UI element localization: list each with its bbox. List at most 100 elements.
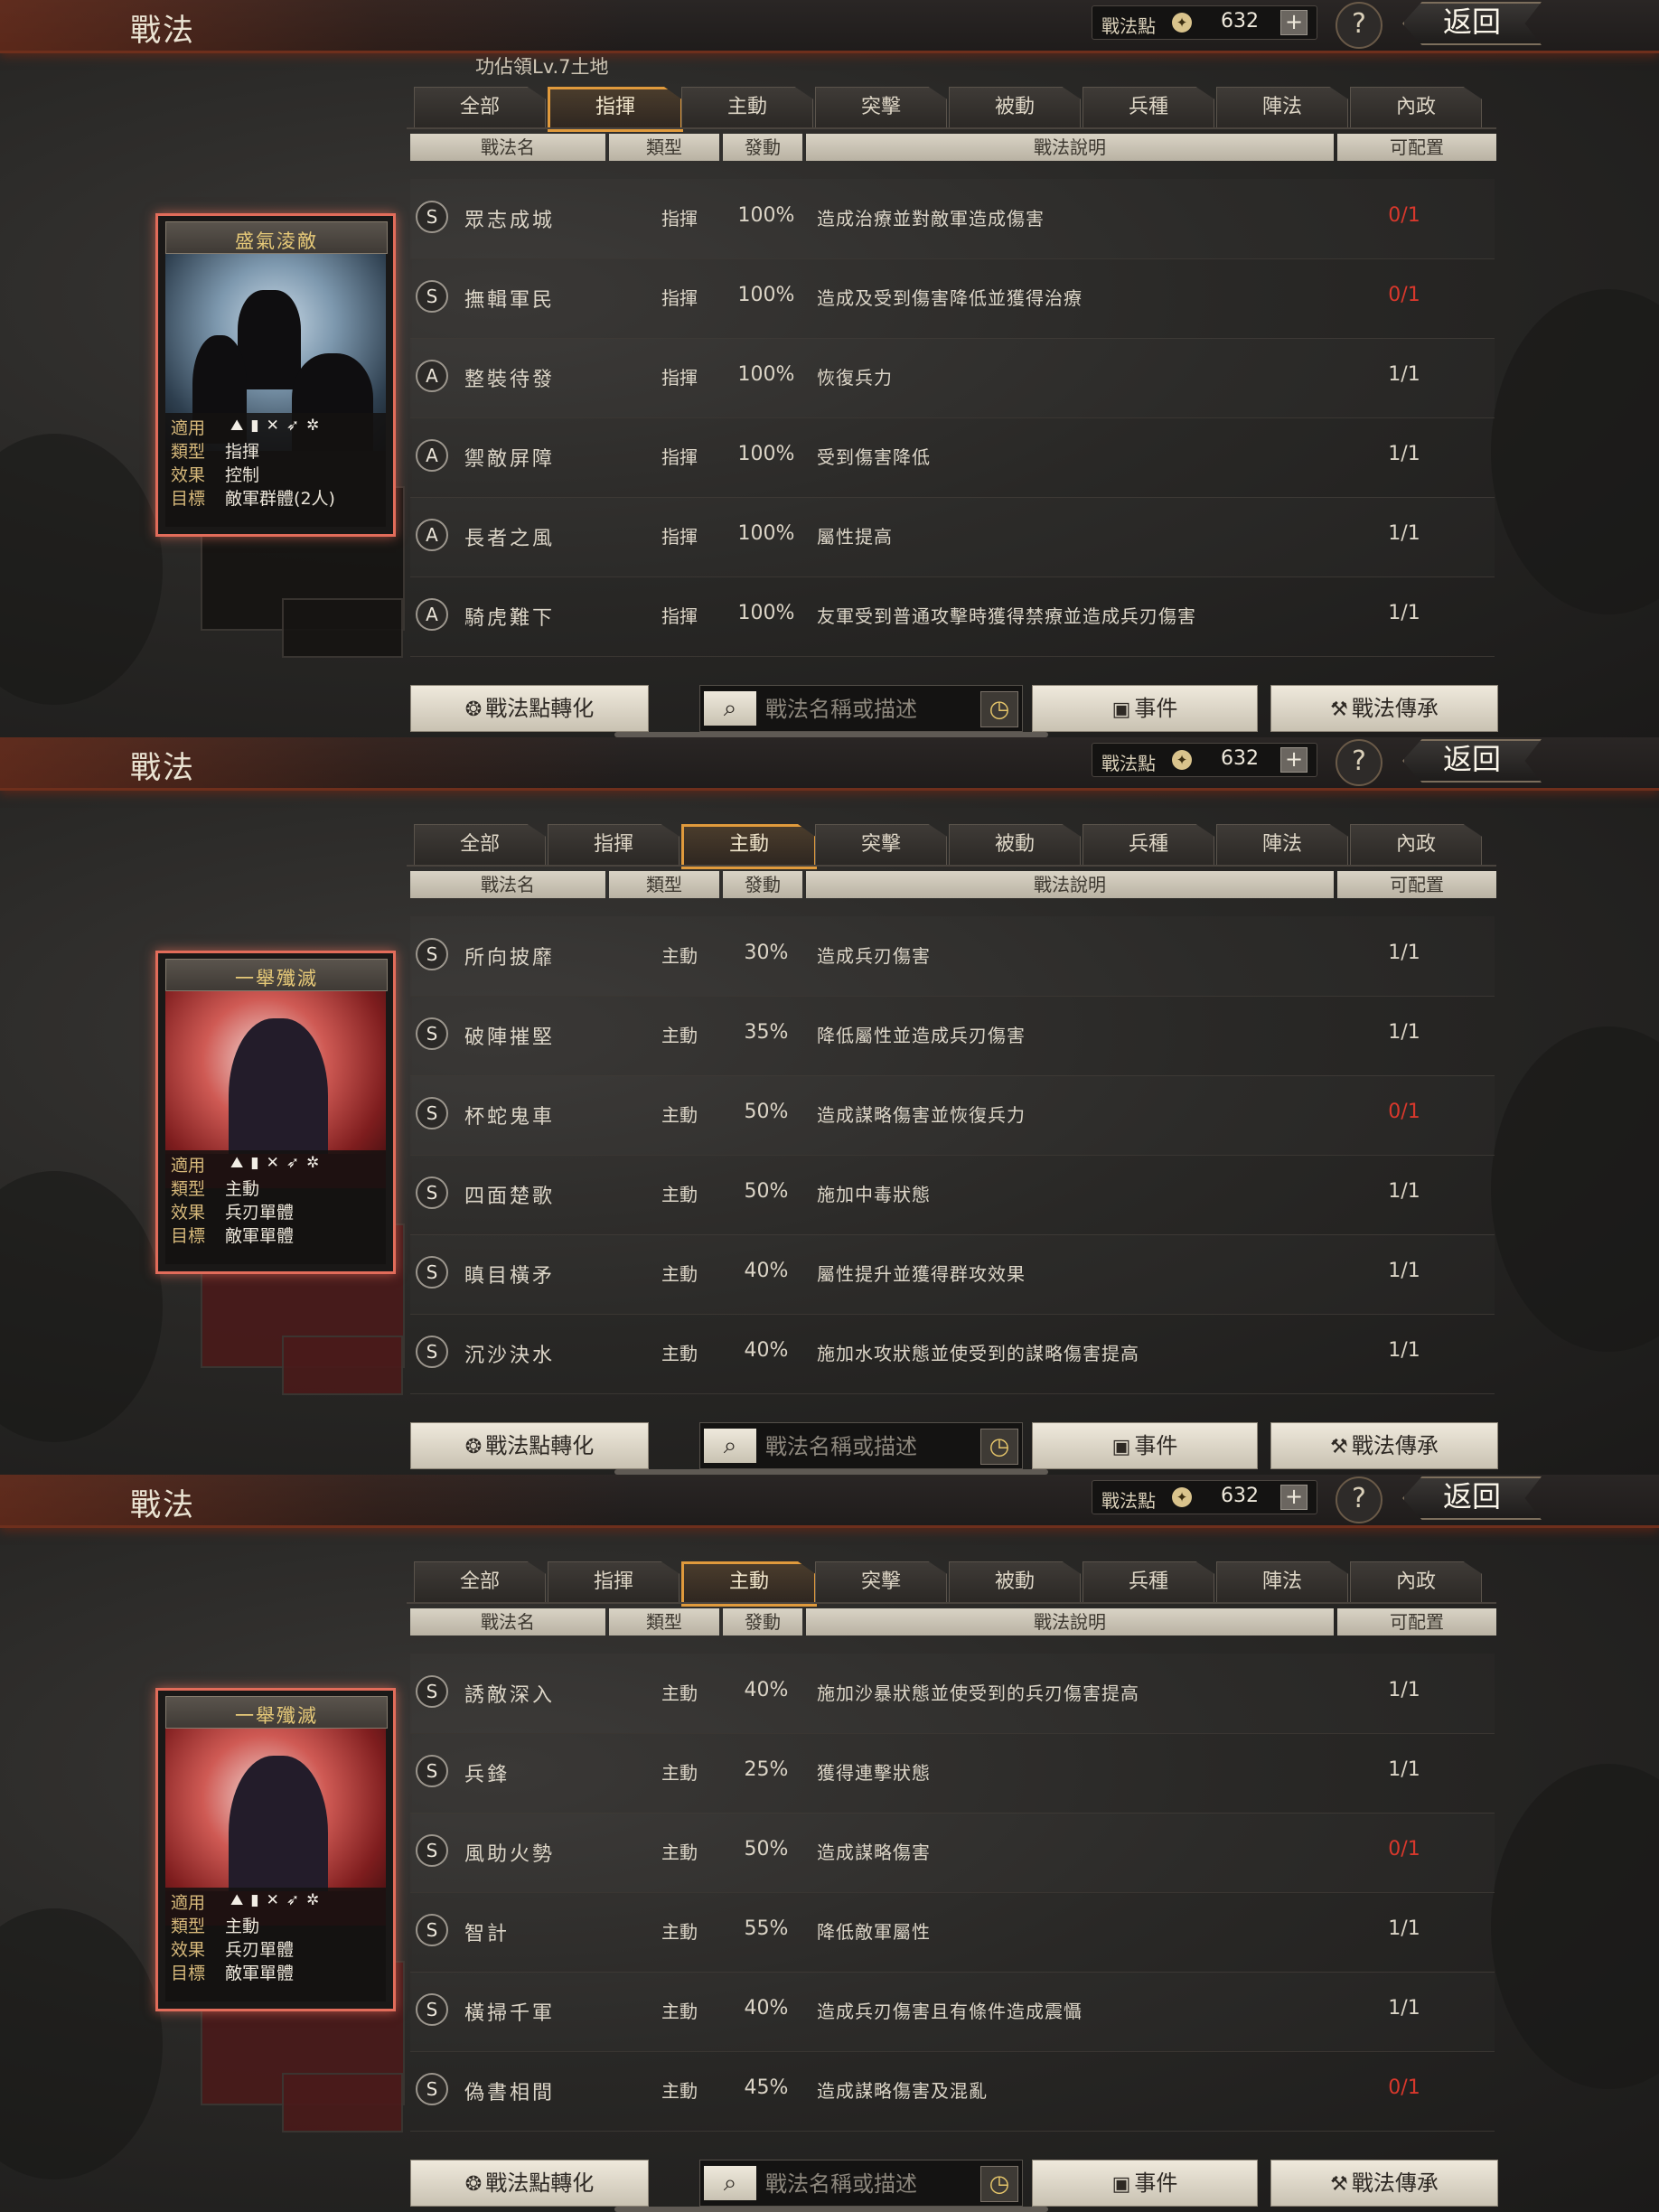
column-header-type[interactable]: 類型 [609, 871, 719, 898]
card-title-bar: 一舉殲滅 [165, 959, 388, 991]
tab-troop[interactable]: 兵種 [1083, 1561, 1214, 1603]
skill-row[interactable]: S 誘敵深入 主動 40% 施加沙暴狀態並使受到的兵刃傷害提高 1/1 [410, 1654, 1495, 1734]
convert-points-button[interactable]: ❂ 戰法點轉化 [410, 685, 649, 732]
history-clock-icon[interactable]: ◷ [980, 691, 1018, 727]
tab-command[interactable]: 指揮 [548, 824, 680, 866]
tab-internal[interactable]: 內政 [1350, 87, 1482, 128]
column-header-slots[interactable]: 可配置 [1337, 1608, 1496, 1636]
card-effect-label: 效果 [171, 1203, 206, 1223]
skill-name: 禦敵屏障 [464, 448, 556, 471]
help-button[interactable]: ? [1336, 2, 1382, 49]
skill-list: S 眾志成城 指揮 100% 造成治療並對敵軍造成傷害 0/1 S 撫輯軍民 指揮 100% 造成及… [410, 163, 1495, 669]
column-header-slots[interactable]: 可配置 [1337, 134, 1496, 161]
search-input[interactable] [764, 2166, 962, 2202]
event-button[interactable]: ▣ 事件 [1032, 2160, 1258, 2207]
skill-row[interactable]: S 風助火勢 主動 50% 造成謀略傷害 0/1 [410, 1813, 1495, 1893]
column-header-rate[interactable]: 發動 [723, 1608, 802, 1636]
tab-internal[interactable]: 內政 [1350, 1561, 1482, 1603]
skill-row[interactable]: S 橫掃千軍 主動 40% 造成兵刃傷害且有條件造成震懾 1/1 [410, 1972, 1495, 2052]
tab-formation[interactable]: 陣法 [1216, 87, 1348, 128]
skill-row[interactable]: S 破陣摧堅 主動 35% 降低屬性並造成兵刃傷害 1/1 [410, 996, 1495, 1076]
scrollbar[interactable] [614, 2207, 1048, 2212]
tab-assault[interactable]: 突擊 [815, 87, 947, 128]
history-clock-icon[interactable]: ◷ [980, 2166, 1018, 2202]
tab-troop[interactable]: 兵種 [1083, 87, 1214, 128]
search-icon[interactable]: ⌕ [704, 2166, 756, 2200]
tab-command[interactable]: 指揮 [548, 1561, 680, 1603]
background-silhouette [0, 1908, 163, 2179]
tab-formation[interactable]: 陣法 [1216, 824, 1348, 866]
skill-row[interactable]: S 智計 主動 55% 降低敵軍屬性 1/1 [410, 1892, 1495, 1973]
column-header-type[interactable]: 類型 [609, 1608, 719, 1636]
card-effect-value: 兵刃單體 [225, 1203, 295, 1223]
convert-points-button[interactable]: ❂ 戰法點轉化 [410, 2160, 649, 2207]
search-input[interactable] [764, 1429, 962, 1465]
search-icon[interactable]: ⌕ [704, 691, 756, 726]
skill-row[interactable]: S 四面楚歌 主動 50% 施加中毒狀態 1/1 [410, 1155, 1495, 1235]
background-silhouette [1491, 1764, 1659, 2089]
skill-row[interactable]: A 禦敵屏障 指揮 100% 受到傷害降低 1/1 [410, 417, 1495, 498]
skill-slots: 1/1 [1388, 363, 1420, 386]
skill-description: 造成治療並對敵軍造成傷害 [817, 208, 1045, 230]
card-back [282, 1336, 403, 1395]
tab-all[interactable]: 全部 [414, 824, 546, 866]
column-header-rate[interactable]: 發動 [723, 134, 802, 161]
skill-row[interactable]: S 眾志成城 指揮 100% 造成治療並對敵軍造成傷害 0/1 [410, 179, 1495, 259]
tab-all[interactable]: 全部 [414, 1561, 546, 1603]
column-header-slots[interactable]: 可配置 [1337, 871, 1496, 898]
back-button[interactable]: 返回 [1402, 739, 1542, 783]
search-icon[interactable]: ⌕ [704, 1429, 756, 1463]
column-header-name[interactable]: 戰法名 [410, 134, 605, 161]
history-clock-icon[interactable]: ◷ [980, 1429, 1018, 1465]
skill-card[interactable]: 一舉殲滅 適用 ⛰▮✕➶✲ 類型 主動 效果 兵刃單體 目標 敵軍單體 [155, 951, 396, 1274]
tab-command[interactable]: 指揮 [548, 87, 683, 132]
tab-active[interactable]: 主動 [681, 87, 813, 128]
tab-assault[interactable]: 突擊 [815, 1561, 947, 1603]
inherit-button[interactable]: ⚒ 戰法傳承 [1270, 2160, 1498, 2207]
skill-row[interactable]: S 沉沙決水 主動 40% 施加水攻狀態並使受到的謀略傷害提高 1/1 [410, 1314, 1495, 1394]
tab-active[interactable]: 主動 [681, 1561, 817, 1607]
back-button[interactable]: 返回 [1402, 1476, 1542, 1520]
event-button[interactable]: ▣ 事件 [1032, 1422, 1258, 1469]
tab-troop[interactable]: 兵種 [1083, 824, 1214, 866]
skill-slots: 1/1 [1388, 443, 1420, 465]
column-header-name[interactable]: 戰法名 [410, 1608, 605, 1636]
skill-card[interactable]: 一舉殲滅 適用 ⛰▮✕➶✲ 類型 主動 效果 兵刃單體 目標 敵軍單體 [155, 1688, 396, 2011]
convert-points-button[interactable]: ❂ 戰法點轉化 [410, 1422, 649, 1469]
add-points-button[interactable]: + [1280, 10, 1308, 35]
tab-passive[interactable]: 被動 [949, 824, 1081, 866]
skill-row[interactable]: S 偽書相間 主動 45% 造成謀略傷害及混亂 0/1 [410, 2051, 1495, 2132]
help-button[interactable]: ? [1336, 1476, 1382, 1523]
skill-description: 獲得連擊狀態 [817, 1762, 931, 1784]
card-target-value: 敵軍單體 [225, 1964, 295, 1983]
help-button[interactable]: ? [1336, 739, 1382, 786]
add-points-button[interactable]: + [1280, 747, 1308, 773]
rider-silhouette [238, 290, 301, 389]
tab-formation[interactable]: 陣法 [1216, 1561, 1348, 1603]
skill-row[interactable]: S 撫輯軍民 指揮 100% 造成及受到傷害降低並獲得治療 0/1 [410, 258, 1495, 339]
tab-active[interactable]: 主動 [681, 824, 817, 869]
column-header-name[interactable]: 戰法名 [410, 871, 605, 898]
skill-row[interactable]: A 整裝待發 指揮 100% 恢復兵力 1/1 [410, 338, 1495, 418]
tab-passive[interactable]: 被動 [949, 87, 1081, 128]
skill-row[interactable]: A 長者之風 指揮 100% 屬性提高 1/1 [410, 497, 1495, 577]
column-header-rate[interactable]: 發動 [723, 871, 802, 898]
event-button[interactable]: ▣ 事件 [1032, 685, 1258, 732]
tab-all[interactable]: 全部 [414, 87, 546, 128]
skill-name: 長者之風 [464, 528, 556, 550]
add-points-button[interactable]: + [1280, 1485, 1308, 1510]
skill-row[interactable]: S 所向披靡 主動 30% 造成兵刃傷害 1/1 [410, 916, 1495, 997]
tab-assault[interactable]: 突擊 [815, 824, 947, 866]
back-button[interactable]: 返回 [1402, 2, 1542, 45]
tab-passive[interactable]: 被動 [949, 1561, 1081, 1603]
skill-row[interactable]: S 杯蛇鬼車 主動 50% 造成謀略傷害並恢復兵力 0/1 [410, 1075, 1495, 1156]
skill-row[interactable]: S 瞋目橫矛 主動 40% 屬性提升並獲得群攻效果 1/1 [410, 1234, 1495, 1315]
column-header-type[interactable]: 類型 [609, 134, 719, 161]
tab-internal[interactable]: 內政 [1350, 824, 1482, 866]
skill-row[interactable]: S 兵鋒 主動 25% 獲得連擊狀態 1/1 [410, 1733, 1495, 1814]
inherit-button[interactable]: ⚒ 戰法傳承 [1270, 685, 1498, 732]
search-input[interactable] [764, 691, 962, 727]
skill-row[interactable]: A 騎虎難下 指揮 100% 友軍受到普通攻擊時獲得禁療並造成兵刃傷害 1/1 [410, 576, 1495, 657]
inherit-button[interactable]: ⚒ 戰法傳承 [1270, 1422, 1498, 1469]
skill-card[interactable]: 盛氣淩敵 適用 ⛰▮✕➶✲ 類型 指揮 效果 控制 目標 敵軍群體(2人) [155, 213, 396, 537]
